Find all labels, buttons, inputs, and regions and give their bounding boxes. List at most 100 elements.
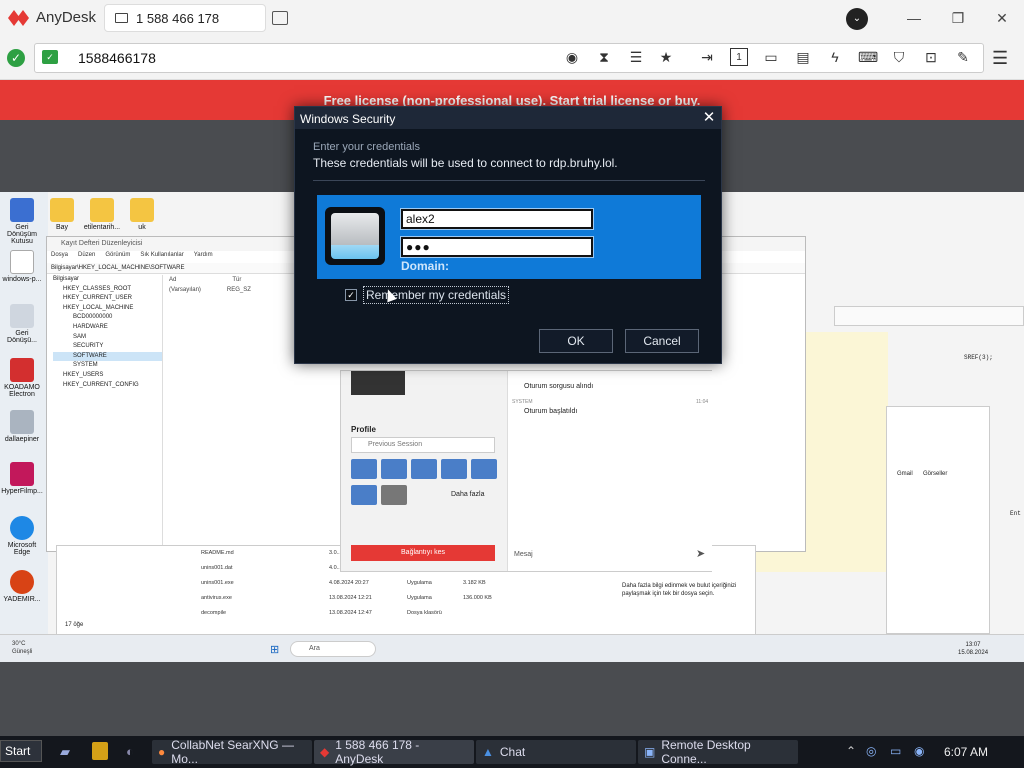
display-icon[interactable]: ▭ [762,48,780,66]
database-icon[interactable]: ☰ [627,48,645,66]
desktop-icon[interactable]: windows-p... [0,250,44,283]
gmail-link[interactable]: Gmail [897,471,913,477]
taskbar-item-anydesk[interactable]: ◆ 1 588 466 178 - AnyDesk [314,738,474,766]
tree-item[interactable]: SOFTWARE [53,351,162,362]
windows-security-dialog[interactable]: Windows Security ✕ Enter your credential… [294,106,722,364]
tray-icon[interactable]: ▭ [890,744,901,758]
column-header[interactable]: Ad [169,277,176,283]
host-clock[interactable]: 6:07 AM [944,745,988,759]
session-panel: Profile Previous Session Daha fazla Bağl… [341,371,507,571]
keyboard-icon[interactable]: ⌨ [858,48,878,66]
desktop-icon[interactable]: Geri Dönüşüm Kutusu [0,198,44,245]
tray-expand-icon[interactable]: ⌃ [846,744,856,758]
new-tab-icon[interactable] [272,11,288,25]
file-row[interactable]: decompile 13.08.2024 12:47 Dosya klasörü [201,610,442,616]
tree-item[interactable]: HKEY_USERS [53,371,162,381]
file-row[interactable]: antivirus.exe 13.08.2024 12:21 Uygulama 136… [201,595,492,601]
tree-item[interactable]: HKEY_CURRENT_USER [53,294,162,304]
send-icon[interactable]: ➤ [696,547,705,560]
tree-item[interactable]: HKEY_LOCAL_MACHINE [53,304,162,314]
menu-item[interactable]: Sık Kullanılanlar [140,252,183,260]
taskbar-item-firefox[interactable]: ● CollabNet SearXNG — Mo... [152,738,312,766]
session-select[interactable]: Previous Session [351,437,495,453]
ok-button[interactable]: OK [539,329,613,353]
desktop-icon[interactable]: etilentarih... [80,198,124,231]
minimize-icon[interactable]: — [904,8,924,28]
account-menu-icon[interactable]: ⌄ [846,8,868,30]
more-label[interactable]: Daha fazla [451,491,484,498]
file-row[interactable]: unins001.dat 4.0... [201,565,341,571]
hamburger-menu-icon[interactable]: ☰ [992,48,1008,69]
tree-item[interactable]: BCD00000000 [53,313,162,323]
windows-start-icon[interactable]: ⊞ [270,643,279,656]
taskbar-item-rdp[interactable]: ▣ Remote Desktop Conne... [638,738,798,766]
screen-thumbnail [351,371,405,395]
start-button[interactable]: Start [0,740,42,762]
restore-icon[interactable]: ❐ [948,8,968,28]
tree-item[interactable]: HKEY_CURRENT_CONFIG [53,381,162,391]
disconnect-button[interactable]: Bağlantıyı kes [351,545,495,561]
app-icon[interactable]: ◐ [126,744,134,759]
cancel-button[interactable]: Cancel [625,329,699,353]
tree-item[interactable]: Bilgisayar [53,275,162,285]
lightning-icon[interactable]: ϟ [826,48,844,66]
file-row[interactable]: README.md 3.0... [201,550,341,556]
network-icon[interactable]: ◉ [914,744,924,758]
privacy-icon[interactable]: ◉ [563,48,581,66]
desktop-icon[interactable]: dallaepiner [0,410,44,443]
menu-item[interactable]: Görünüm [105,252,130,260]
remember-checkbox[interactable]: ✓ [345,289,357,301]
tray-icon[interactable]: ◎ [866,744,876,758]
action-button[interactable] [381,459,407,479]
tree-item[interactable]: SECURITY [53,342,162,352]
desktop-icon[interactable]: Bay [40,198,84,231]
value-name[interactable]: (Varsayılan) [169,287,201,293]
action-button[interactable] [381,485,407,505]
password-field[interactable]: ●●● [400,236,594,258]
menu-item[interactable]: Yardım [194,252,213,260]
action-button[interactable] [351,485,377,505]
dialog-subtitle: Enter your credentials [313,141,420,153]
action-button[interactable] [351,459,377,479]
chat-icon[interactable]: ▤ [794,48,812,66]
desktop-icon[interactable]: KOADAMO Electron [0,358,44,398]
record-icon[interactable]: ⊡ [922,48,940,66]
desktop-icon[interactable]: HyperFilmp... [0,462,44,495]
file-row[interactable]: unins001.exe 4.08.2024 20:27 Uygulama 3.182… [201,580,486,586]
display-1-icon[interactable]: 1 [730,48,748,66]
remote-clock[interactable]: 13:07 15.08.2024 [958,641,988,657]
username-field[interactable]: alex2 [400,208,594,230]
app-icon[interactable] [92,742,108,760]
tree-item[interactable]: SYSTEM [53,361,162,371]
close-icon[interactable]: ✕ [699,108,719,128]
column-header[interactable]: Tür [232,277,241,283]
app-icon[interactable]: ▰ [60,744,70,760]
browser-window[interactable]: Gmail Görseller [886,406,990,634]
tree-item[interactable]: SAM [53,333,162,343]
desktop-icon[interactable]: uk [120,198,164,231]
hourglass-icon[interactable]: ⧗ [595,48,613,66]
pen-icon[interactable]: ✎ [954,48,972,66]
taskbar-item-chat[interactable]: ▲ Chat [476,740,636,764]
tree-item[interactable]: HARDWARE [53,323,162,333]
desktop-icon[interactable]: YADEMIR... [0,570,44,603]
action-button[interactable] [411,459,437,479]
shield-icon[interactable]: ⛉ [890,48,908,66]
remote-search-box[interactable]: Ara [290,641,376,657]
tab-session[interactable]: 1 588 466 178 [104,4,266,32]
menu-item[interactable]: Düzen [78,252,95,260]
weather-widget[interactable]: 30°C Güneşli [12,640,32,656]
star-icon[interactable]: ★ [657,48,675,66]
desktop-icon[interactable]: Geri Dönüşü... [0,304,44,344]
anydesk-remote-panel[interactable]: Profile Previous Session Daha fazla Bağl… [340,370,712,572]
transfer-icon[interactable]: ⇥ [698,48,716,66]
onedrive-toast[interactable]: Daha fazla bilgi edinmek ve bulut içeriğ… [600,578,742,618]
message-input[interactable]: Mesaj [514,551,533,558]
desktop-icon[interactable]: Microsoft Edge [0,516,44,556]
action-button[interactable] [471,459,497,479]
tree-item[interactable]: HKEY_CLASSES_ROOT [53,285,162,295]
menu-item[interactable]: Dosya [51,252,68,260]
images-link[interactable]: Görseller [923,471,947,477]
close-icon[interactable]: ✕ [992,8,1012,28]
action-button[interactable] [441,459,467,479]
